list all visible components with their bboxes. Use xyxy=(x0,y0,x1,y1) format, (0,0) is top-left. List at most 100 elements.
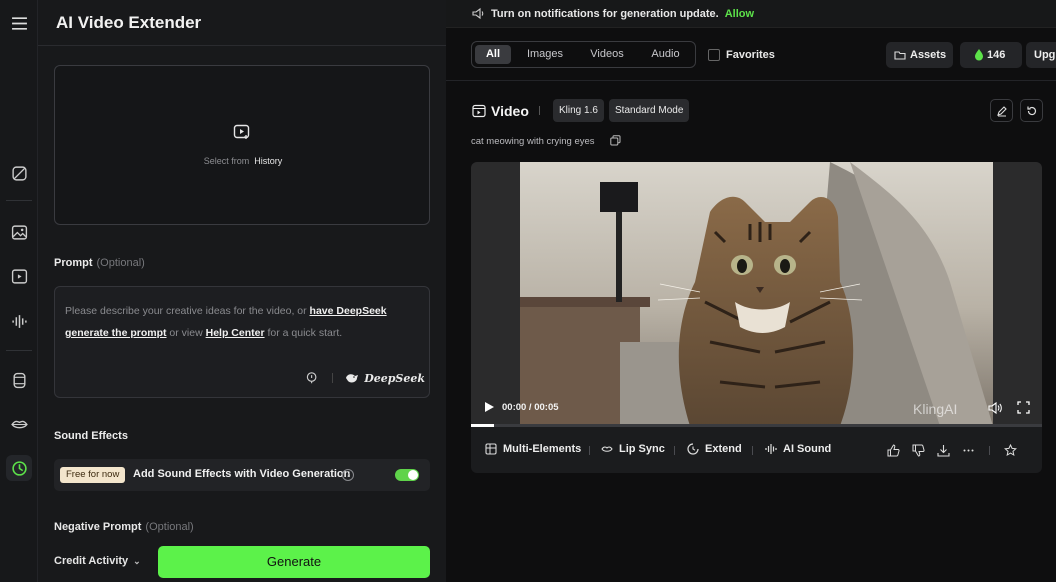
tab-images[interactable]: Images xyxy=(516,45,574,64)
extend-icon xyxy=(687,443,699,455)
notification-message: Turn on notifications for generation upd… xyxy=(491,8,719,20)
help-icon[interactable]: ? xyxy=(342,469,354,481)
deepseek-button[interactable]: DeepSeek xyxy=(345,371,425,385)
video-gen-icon[interactable] xyxy=(6,263,32,289)
prompt-caption: cat meowing with crying eyes xyxy=(471,136,595,147)
deepseek-label: DeepSeek xyxy=(364,371,425,385)
credits-button[interactable]: 146 xyxy=(960,42,1022,68)
pencil-icon xyxy=(996,105,1007,116)
chevron-down-icon: ⌄ xyxy=(133,556,141,566)
notification-bar: Turn on notifications for generation upd… xyxy=(446,0,1056,28)
assets-label: Assets xyxy=(910,49,947,61)
fullscreen-icon[interactable] xyxy=(1017,401,1030,414)
video-select-icon xyxy=(233,124,250,139)
star-icon[interactable] xyxy=(1004,444,1017,457)
download-icon[interactable] xyxy=(937,444,950,457)
thumbs-up-icon[interactable] xyxy=(887,444,900,457)
history-link[interactable]: History xyxy=(254,156,282,166)
action-divider xyxy=(674,446,675,455)
rail-divider xyxy=(6,200,32,201)
mode-tag: Standard Mode xyxy=(609,99,690,122)
audio-gen-icon[interactable] xyxy=(6,308,32,334)
lip-sync-icon[interactable] xyxy=(6,411,32,437)
lip-sync-label: Lip Sync xyxy=(619,443,665,455)
folder-icon xyxy=(894,51,906,60)
credit-activity-dropdown[interactable]: Credit Activity ⌄ xyxy=(54,555,141,567)
action-divider xyxy=(989,446,990,455)
tab-videos[interactable]: Videos xyxy=(578,45,636,64)
prompt-assist-icon[interactable] xyxy=(305,371,318,385)
tool-divider xyxy=(332,373,334,383)
panel-title: AI Video Extender xyxy=(56,13,202,32)
credit-activity-label: Credit Activity xyxy=(54,555,129,567)
credit-drop-icon xyxy=(975,49,983,61)
video-card-icon xyxy=(472,104,486,118)
negative-prompt-text: Negative Prompt xyxy=(54,521,142,533)
play-icon[interactable] xyxy=(483,401,495,413)
tab-audio[interactable]: Audio xyxy=(638,45,693,64)
favorites-checkbox[interactable] xyxy=(708,49,720,61)
prompt-optional: (Optional) xyxy=(96,257,145,269)
prompt-textarea[interactable]: Please describe your creative ideas for … xyxy=(54,286,430,398)
deepseek-whale-icon xyxy=(346,374,359,383)
multi-elements-icon xyxy=(485,443,497,455)
more-icon[interactable] xyxy=(962,444,975,457)
placeholder-part-b: or view xyxy=(166,327,206,339)
magic-tool-icon[interactable] xyxy=(6,160,32,186)
thumbs-down-icon[interactable] xyxy=(912,444,925,457)
sound-effects-toggle[interactable] xyxy=(395,469,419,481)
prompt-label-text: Prompt xyxy=(54,257,93,269)
copy-icon[interactable] xyxy=(610,135,621,146)
lip-sync-button[interactable]: Lip Sync xyxy=(601,443,665,455)
video-extender-icon[interactable] xyxy=(6,455,32,481)
placeholder-part-a: Please describe your creative ideas for … xyxy=(65,305,310,317)
multi-elements-button[interactable]: Multi-Elements xyxy=(485,443,581,455)
effects-icon[interactable] xyxy=(6,367,32,393)
generate-button[interactable]: Generate xyxy=(158,546,430,578)
notification-text: Turn on notifications for generation upd… xyxy=(491,8,754,20)
lip-icon xyxy=(601,446,613,452)
extend-button[interactable]: Extend xyxy=(687,443,742,455)
ai-sound-button[interactable]: AI Sound xyxy=(765,443,831,455)
prompt-label: Prompt (Optional) xyxy=(54,257,145,269)
action-divider xyxy=(589,446,590,455)
volume-icon[interactable] xyxy=(988,401,1002,415)
extender-panel: AI Video Extender Select from History Pr… xyxy=(38,0,446,582)
media-type-tabs: All Images Videos Audio xyxy=(471,41,696,68)
klingai-watermark: KlingAI xyxy=(913,401,958,417)
action-divider xyxy=(752,446,753,455)
upload-prefix: Select from xyxy=(203,156,250,166)
allow-notifications-link[interactable]: Allow xyxy=(725,8,754,20)
upgrade-button[interactable]: Upg xyxy=(1026,42,1056,68)
negative-optional: (Optional) xyxy=(145,521,194,533)
results-area: Turn on notifications for generation upd… xyxy=(446,0,1056,582)
video-upload-area[interactable]: Select from History xyxy=(54,65,430,225)
left-rail xyxy=(0,0,38,582)
prompt-tools: DeepSeek xyxy=(305,369,425,387)
cat-thumbnail xyxy=(520,162,993,426)
assets-button[interactable]: Assets xyxy=(886,42,953,68)
video-frame xyxy=(520,162,993,426)
refresh-icon xyxy=(1026,106,1036,115)
upload-hint: Select from History xyxy=(55,156,431,166)
ai-sound-icon xyxy=(765,444,777,454)
video-player[interactable]: 00:00 / 00:05 KlingAI xyxy=(471,162,1042,426)
favorites-label: Favorites xyxy=(726,49,775,61)
rail-divider xyxy=(6,350,32,351)
negative-prompt-label: Negative Prompt (Optional) xyxy=(54,521,194,533)
speaker-icon xyxy=(472,7,484,20)
image-gen-icon[interactable] xyxy=(6,219,32,245)
model-tag: Kling 1.6 xyxy=(553,99,604,122)
panel-footer: Credit Activity ⌄ Generate xyxy=(38,538,446,582)
help-center-link[interactable]: Help Center xyxy=(206,327,265,339)
menu-icon[interactable] xyxy=(6,10,32,36)
multi-elements-label: Multi-Elements xyxy=(503,443,582,455)
ai-sound-label: AI Sound xyxy=(783,443,832,455)
regenerate-button[interactable] xyxy=(1020,99,1043,122)
tab-all[interactable]: All xyxy=(475,45,511,64)
filter-bar: All Images Videos Audio Favorites Assets… xyxy=(446,29,1056,81)
app-root: AI Video Extender Select from History Pr… xyxy=(0,0,1056,582)
card-actions: Multi-Elements Lip Sync Extend AI Sound xyxy=(471,427,1042,473)
credits-count: 146 xyxy=(987,49,1006,61)
edit-button[interactable] xyxy=(990,99,1013,122)
